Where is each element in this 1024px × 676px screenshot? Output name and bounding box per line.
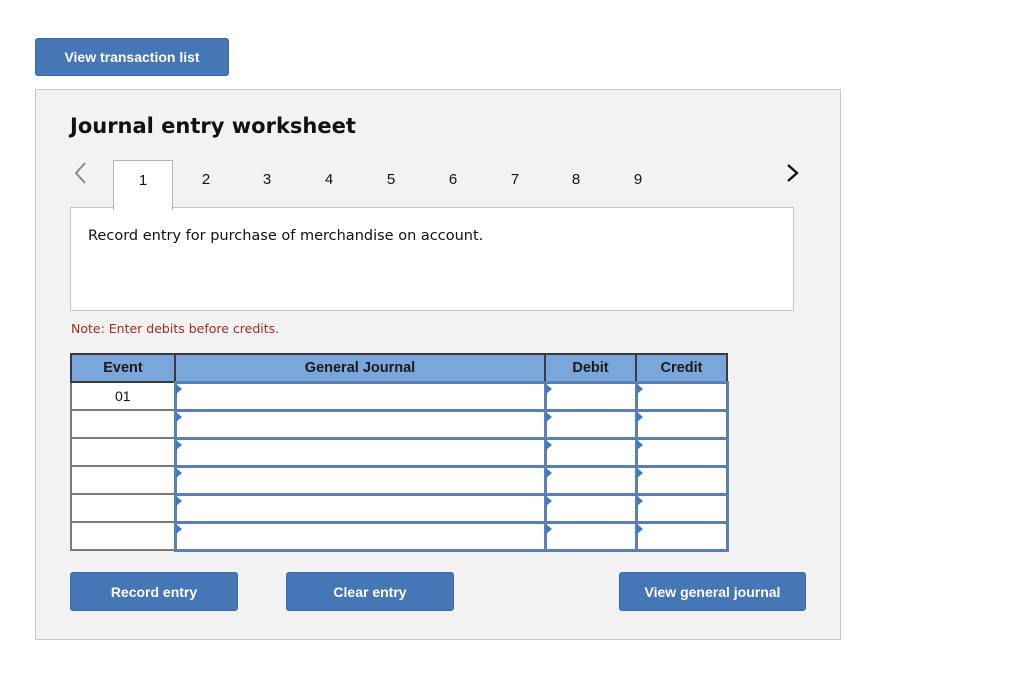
table-row	[70, 464, 729, 496]
clear-entry-button[interactable]: Clear entry	[286, 572, 454, 611]
account-dropdown[interactable]	[173, 520, 547, 552]
event-cell	[70, 493, 176, 523]
credit-input[interactable]	[634, 436, 729, 468]
credit-input[interactable]	[634, 520, 729, 552]
credit-input[interactable]	[634, 380, 729, 412]
debit-input[interactable]	[543, 380, 638, 412]
event-cell	[70, 521, 176, 551]
chevron-right-icon[interactable]	[786, 160, 800, 186]
credit-input[interactable]	[634, 492, 729, 524]
header-credit: Credit	[635, 353, 728, 383]
table-row	[70, 436, 729, 468]
header-debit: Debit	[544, 353, 637, 383]
journal-table: Event General Journal Debit Credit 01	[70, 353, 729, 552]
tab-2[interactable]: 2	[176, 160, 236, 208]
entry-description: Record entry for purchase of merchandise…	[88, 228, 484, 244]
debit-input[interactable]	[543, 492, 638, 524]
record-entry-button[interactable]: Record entry	[70, 572, 238, 611]
event-cell	[70, 465, 176, 495]
debit-input[interactable]	[543, 464, 638, 496]
table-row	[70, 492, 729, 524]
journal-header-row: Event General Journal Debit Credit	[70, 353, 728, 383]
credit-input[interactable]	[634, 408, 729, 440]
table-row: 01	[70, 380, 729, 412]
account-dropdown[interactable]	[173, 380, 547, 412]
note-text: Note: Enter debits before credits.	[71, 321, 280, 336]
entry-description-box: Record entry for purchase of merchandise…	[70, 207, 794, 311]
journal-entry-worksheet-panel: Journal entry worksheet 1 2 3 4 5 6 7 8 …	[35, 89, 841, 640]
tab-4[interactable]: 4	[299, 160, 359, 208]
view-transaction-list-button[interactable]: View transaction list	[35, 38, 229, 76]
event-cell: 01	[70, 381, 176, 411]
debit-input[interactable]	[543, 408, 638, 440]
account-dropdown[interactable]	[173, 464, 547, 496]
account-dropdown[interactable]	[173, 492, 547, 524]
page-title: Journal entry worksheet	[70, 114, 356, 138]
debit-input[interactable]	[543, 520, 638, 552]
header-general-journal: General Journal	[174, 353, 546, 383]
event-cell	[70, 409, 176, 439]
event-cell	[70, 437, 176, 467]
tab-6[interactable]: 6	[423, 160, 483, 208]
debit-input[interactable]	[543, 436, 638, 468]
credit-input[interactable]	[634, 464, 729, 496]
header-event: Event	[70, 353, 176, 383]
account-dropdown[interactable]	[173, 408, 547, 440]
chevron-left-icon[interactable]	[73, 160, 87, 186]
account-dropdown[interactable]	[173, 436, 547, 468]
tab-7[interactable]: 7	[485, 160, 545, 208]
tab-3[interactable]: 3	[237, 160, 297, 208]
tab-1[interactable]: 1	[113, 160, 173, 210]
tab-9[interactable]: 9	[608, 160, 668, 208]
tab-8[interactable]: 8	[546, 160, 606, 208]
table-row	[70, 520, 729, 552]
view-general-journal-button[interactable]: View general journal	[619, 572, 806, 611]
tab-5[interactable]: 5	[361, 160, 421, 208]
table-row	[70, 408, 729, 440]
